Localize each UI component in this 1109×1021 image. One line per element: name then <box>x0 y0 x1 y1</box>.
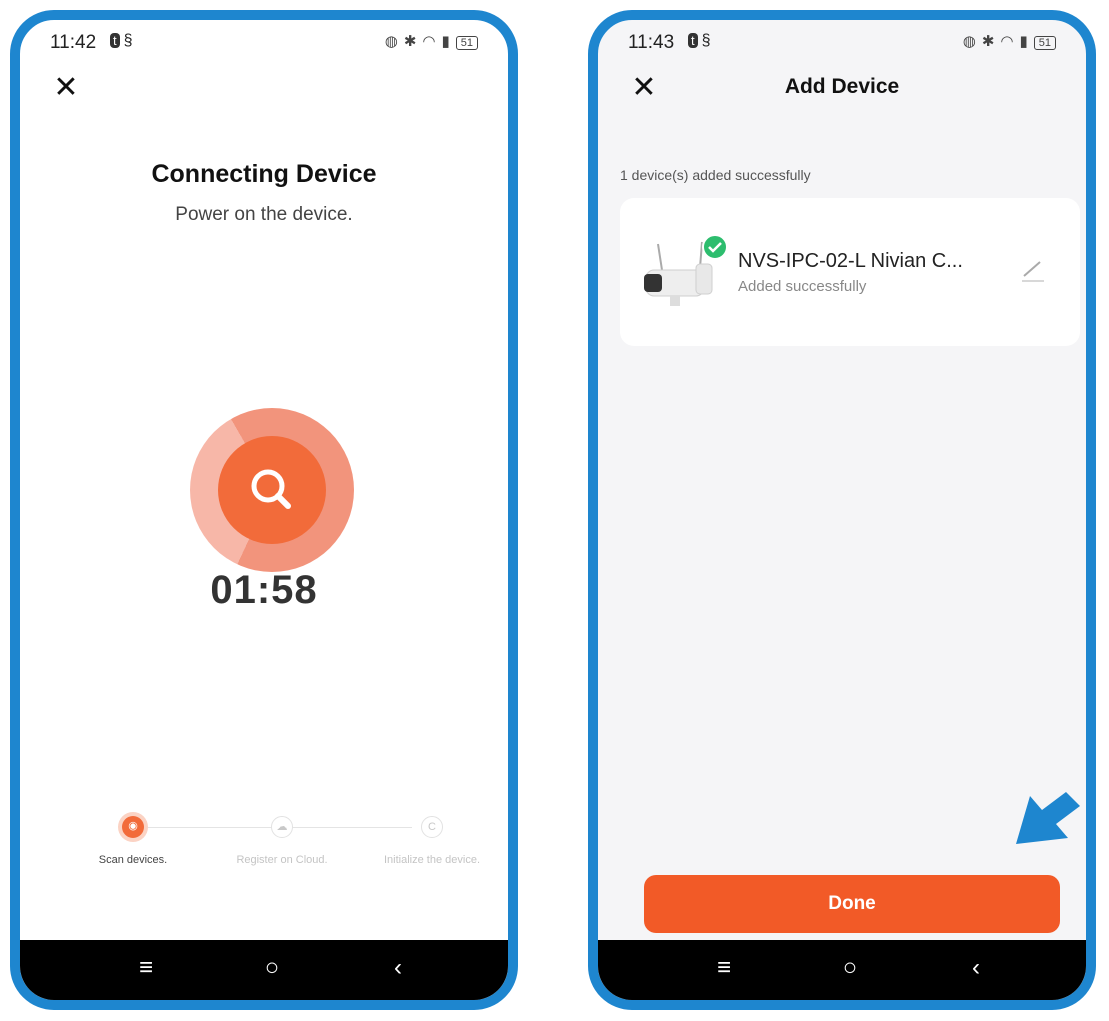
page-title: Connecting Device <box>151 160 377 188</box>
step-2-cloud-icon: ☁ <box>271 816 293 838</box>
arrow-icon <box>1016 792 1080 844</box>
wifi-icon: ◠ <box>422 33 436 50</box>
scanning-indicator <box>190 408 354 572</box>
app-notification-icon: t <box>110 33 120 48</box>
step-3-init-icon: C <box>421 816 443 838</box>
status-system-icons: ◍ ✱ ◠ ▮ 51 <box>957 32 1056 50</box>
step-connector <box>144 827 272 828</box>
edit-icon[interactable] <box>1018 256 1046 284</box>
battery-icon: 51 <box>455 36 478 50</box>
added-count-text: 1 device(s) added successfully <box>620 167 811 183</box>
status-app-icons: t § <box>688 32 715 50</box>
device-card[interactable]: NVS-IPC-02-L Nivian C... Added successfu… <box>620 198 1080 346</box>
status-app-icons: t § <box>110 32 137 50</box>
back-icon[interactable]: ‹ <box>378 954 418 982</box>
countdown-timer: 01:58 <box>210 568 318 612</box>
progress-steps: ◉ ☁ C Scan devices. Register on Cloud. I… <box>20 810 508 890</box>
page-title: Add Device <box>784 75 900 98</box>
device-name: NVS-IPC-02-L Nivian C... <box>738 250 963 272</box>
sync-icon: § <box>123 32 133 49</box>
battery-icon: 51 <box>1033 36 1056 50</box>
home-icon[interactable]: ○ <box>252 954 292 982</box>
app-notification-icon: t <box>688 33 698 48</box>
step-1-label: Scan devices. <box>98 854 168 866</box>
step-2-label: Register on Cloud. <box>236 854 328 866</box>
step-connector <box>292 827 412 828</box>
bluetooth-icon: ✱ <box>403 33 417 50</box>
status-time: 11:43 <box>628 32 675 53</box>
device-status: Added successfully <box>738 278 867 295</box>
signal-icon: ▮ <box>441 33 450 50</box>
phone-add-device-screen: 11:43 t § ◍ ✱ ◠ ▮ 51 ✕ Add Device 1 device(s)… <box>588 10 1096 1010</box>
phone-connecting-screen: 11:42 t § ◍ ✱ ◠ ▮ 51 ✕ Connecting Device Powe… <box>10 10 518 1010</box>
signal-icon: ▮ <box>1019 33 1028 50</box>
sync-icon: § <box>701 32 711 49</box>
wifi-icon: ◠ <box>1000 33 1014 50</box>
step-1-indicator: ◉ <box>122 816 144 838</box>
status-system-icons: ◍ ✱ ◠ ▮ 51 <box>379 32 478 50</box>
close-icon[interactable]: ✕ <box>48 70 84 106</box>
vibrate-icon: ◍ <box>384 33 398 50</box>
vibrate-icon: ◍ <box>962 33 976 50</box>
home-icon[interactable]: ○ <box>830 954 870 982</box>
back-icon[interactable]: ‹ <box>956 954 996 982</box>
search-icon-circle <box>218 436 326 544</box>
system-navigation-bar: ≡ ○ ‹ <box>598 940 1086 1000</box>
page-subtitle: Power on the device. <box>175 204 353 225</box>
check-icon <box>702 234 728 260</box>
status-bar: 11:42 t § ◍ ✱ ◠ ▮ 51 <box>20 20 508 60</box>
status-time: 11:42 <box>50 32 97 53</box>
status-bar: 11:43 t § ◍ ✱ ◠ ▮ 51 <box>598 20 1086 60</box>
bluetooth-icon: ✱ <box>981 33 995 50</box>
system-navigation-bar: ≡ ○ ‹ <box>20 940 508 1000</box>
menu-icon[interactable]: ≡ <box>126 954 166 982</box>
step-3-label: Initialize the device. <box>384 854 480 866</box>
menu-icon[interactable]: ≡ <box>704 954 744 982</box>
search-icon <box>251 469 291 509</box>
done-button[interactable]: Done <box>644 875 1060 933</box>
